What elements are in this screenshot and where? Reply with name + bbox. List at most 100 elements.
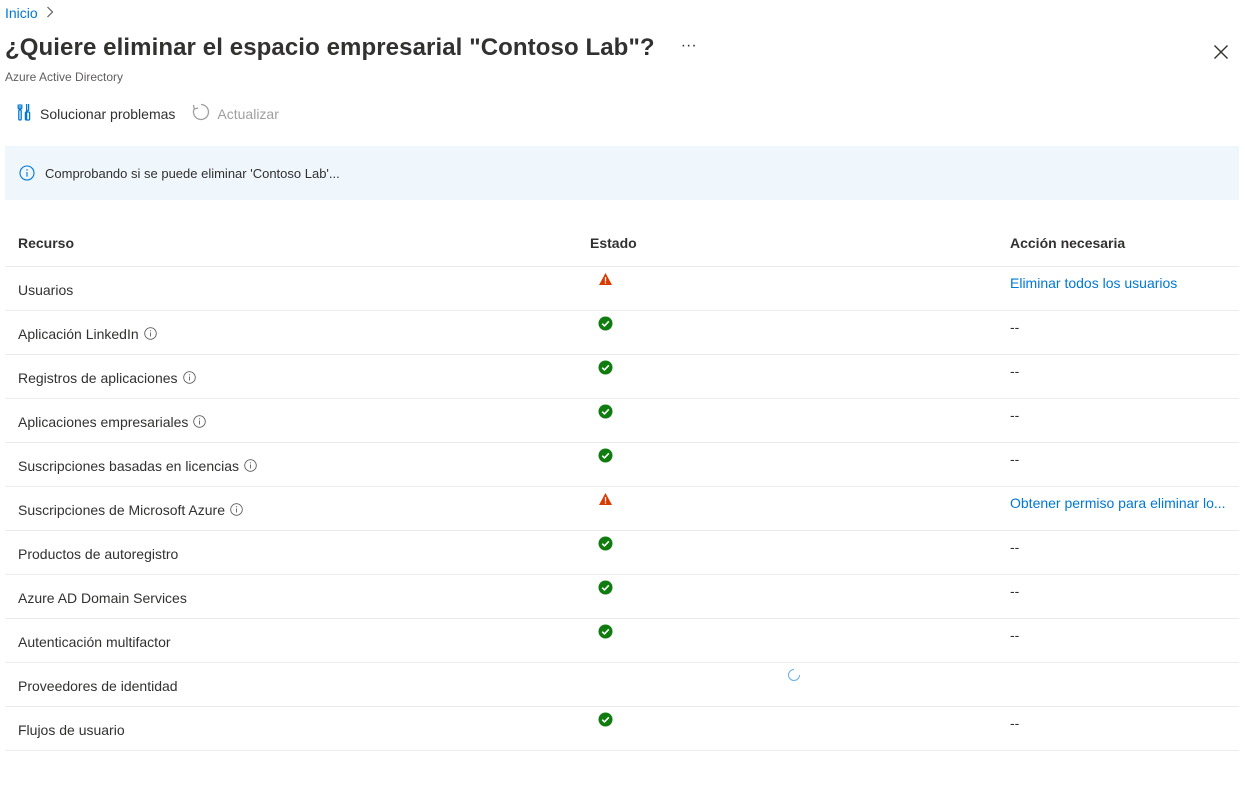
refresh-label: Actualizar bbox=[217, 105, 279, 122]
action-cell: -- bbox=[1010, 310, 1239, 355]
status-cell bbox=[590, 266, 1010, 311]
info-icon[interactable] bbox=[244, 459, 257, 472]
resource-wrapper: Suscripciones basadas en licencias bbox=[18, 456, 257, 474]
table-row: Proveedores de identidad bbox=[5, 662, 1239, 707]
table-row: Suscripciones de Microsoft Azure Obtener … bbox=[5, 486, 1239, 531]
resource-label: Aplicación LinkedIn bbox=[18, 325, 139, 342]
status-cell bbox=[590, 662, 1010, 707]
success-check-icon bbox=[598, 448, 613, 466]
success-check-icon bbox=[598, 712, 613, 730]
resource-cell: Proveedores de identidad bbox=[5, 662, 590, 707]
column-header-action: Acción necesaria bbox=[1010, 220, 1239, 267]
warning-icon bbox=[598, 272, 613, 289]
table-row: Productos de autoregistro -- bbox=[5, 530, 1239, 575]
action-cell: -- bbox=[1010, 354, 1239, 399]
action-text: -- bbox=[1010, 450, 1020, 467]
resource-cell: Azure AD Domain Services bbox=[5, 574, 590, 619]
action-text: -- bbox=[1010, 626, 1020, 643]
resource-cell: Suscripciones basadas en licencias bbox=[5, 442, 590, 487]
resource-cell: Suscripciones de Microsoft Azure bbox=[5, 486, 590, 531]
resource-wrapper: Aplicación LinkedIn bbox=[18, 324, 157, 342]
column-header-status: Estado bbox=[590, 220, 1010, 267]
action-cell bbox=[1010, 662, 1239, 707]
action-wrapper: -- bbox=[1010, 627, 1019, 643]
breadcrumb-home-link[interactable]: Inicio bbox=[5, 5, 38, 21]
table-row: Usuarios Eliminar todos los usuarios bbox=[5, 266, 1239, 311]
action-link[interactable]: Eliminar todos los usuarios bbox=[1010, 275, 1177, 291]
resource-label: Usuarios bbox=[18, 281, 74, 298]
action-cell: -- bbox=[1010, 442, 1239, 487]
resource-wrapper: Productos de autoregistro bbox=[18, 544, 178, 562]
action-cell: -- bbox=[1010, 618, 1239, 663]
action-cell: -- bbox=[1010, 530, 1239, 575]
resource-cell: Aplicación LinkedIn bbox=[5, 310, 590, 355]
more-icon[interactable]: ··· bbox=[681, 37, 697, 55]
troubleshoot-label: Solucionar problemas bbox=[40, 105, 176, 122]
resource-wrapper: Autenticación multifactor bbox=[18, 632, 171, 650]
action-wrapper: -- bbox=[1010, 319, 1019, 335]
resource-cell: Productos de autoregistro bbox=[5, 530, 590, 575]
status-cell bbox=[590, 398, 1010, 443]
status-cell bbox=[590, 618, 1010, 663]
action-wrapper: -- bbox=[1010, 539, 1019, 555]
title-row: ¿Quiere eliminar el espacio empresarial … bbox=[5, 34, 697, 62]
page-title: ¿Quiere eliminar el espacio empresarial … bbox=[5, 34, 655, 61]
info-banner: Comprobando si se puede eliminar 'Contos… bbox=[5, 146, 1239, 200]
table-row: Registros de aplicaciones -- bbox=[5, 354, 1239, 399]
status-cell bbox=[590, 354, 1010, 399]
toolbar: Solucionar problemas Actualizar bbox=[14, 102, 279, 125]
info-icon[interactable] bbox=[230, 503, 243, 516]
action-wrapper: -- bbox=[1010, 451, 1019, 467]
warning-icon bbox=[598, 492, 613, 509]
resource-cell: Registros de aplicaciones bbox=[5, 354, 590, 399]
table-row: Flujos de usuario -- bbox=[5, 706, 1239, 751]
action-cell: -- bbox=[1010, 398, 1239, 443]
success-check-icon bbox=[598, 624, 613, 642]
action-cell: -- bbox=[1010, 706, 1239, 751]
action-wrapper: -- bbox=[1010, 715, 1019, 731]
resource-label: Flujos de usuario bbox=[18, 721, 125, 738]
column-header-resource: Recurso bbox=[5, 220, 590, 267]
action-cell: Eliminar todos los usuarios bbox=[1010, 266, 1239, 311]
troubleshoot-icon bbox=[14, 102, 34, 125]
close-icon[interactable] bbox=[1211, 42, 1231, 62]
action-wrapper: -- bbox=[1010, 363, 1019, 379]
table-header-row: Recurso Estado Acción necesaria bbox=[5, 220, 1239, 267]
refresh-button[interactable]: Actualizar bbox=[191, 102, 279, 125]
table-body: Usuarios Eliminar todos los usuarios Aplic… bbox=[5, 266, 1239, 751]
action-cell: -- bbox=[1010, 574, 1239, 619]
action-wrapper: -- bbox=[1010, 583, 1019, 599]
table-row: Suscripciones basadas en licencias -- bbox=[5, 442, 1239, 487]
action-cell: Obtener permiso para eliminar lo... bbox=[1010, 486, 1239, 531]
banner-text: Comprobando si se puede eliminar 'Contos… bbox=[45, 165, 340, 181]
table-row: Autenticación multifactor -- bbox=[5, 618, 1239, 663]
info-icon bbox=[19, 165, 35, 181]
action-text: -- bbox=[1010, 362, 1020, 379]
resource-label: Aplicaciones empresariales bbox=[18, 413, 189, 430]
success-check-icon bbox=[598, 404, 613, 422]
info-icon[interactable] bbox=[143, 327, 157, 340]
resource-label: Azure AD Domain Services bbox=[18, 589, 187, 606]
status-cell bbox=[590, 486, 1010, 531]
status-cell bbox=[590, 574, 1010, 619]
info-icon[interactable] bbox=[182, 371, 196, 384]
status-cell bbox=[590, 530, 1010, 575]
resource-label: Registros de aplicaciones bbox=[18, 369, 178, 386]
action-wrapper: -- bbox=[1010, 407, 1019, 423]
resource-cell: Autenticación multifactor bbox=[5, 618, 590, 663]
resource-label: Suscripciones de Microsoft Azure bbox=[18, 501, 225, 518]
action-wrapper: Obtener permiso para eliminar lo... bbox=[1010, 495, 1226, 511]
success-check-icon bbox=[598, 316, 613, 334]
action-text: -- bbox=[1010, 406, 1020, 423]
troubleshoot-button[interactable]: Solucionar problemas bbox=[14, 102, 175, 125]
resource-wrapper: Registros de aplicaciones bbox=[18, 368, 196, 386]
table-row: Aplicaciones empresariales -- bbox=[5, 398, 1239, 443]
resource-label: Productos de autoregistro bbox=[18, 545, 179, 562]
resource-cell: Flujos de usuario bbox=[5, 706, 590, 751]
resource-label: Autenticación multifactor bbox=[18, 633, 171, 650]
info-icon[interactable] bbox=[193, 415, 207, 428]
resource-label: Suscripciones basadas en licencias bbox=[18, 457, 240, 474]
resource-cell: Aplicaciones empresariales bbox=[5, 398, 590, 443]
action-link[interactable]: Obtener permiso para eliminar lo... bbox=[1010, 495, 1226, 511]
page-subtitle: Azure Active Directory bbox=[5, 70, 124, 84]
